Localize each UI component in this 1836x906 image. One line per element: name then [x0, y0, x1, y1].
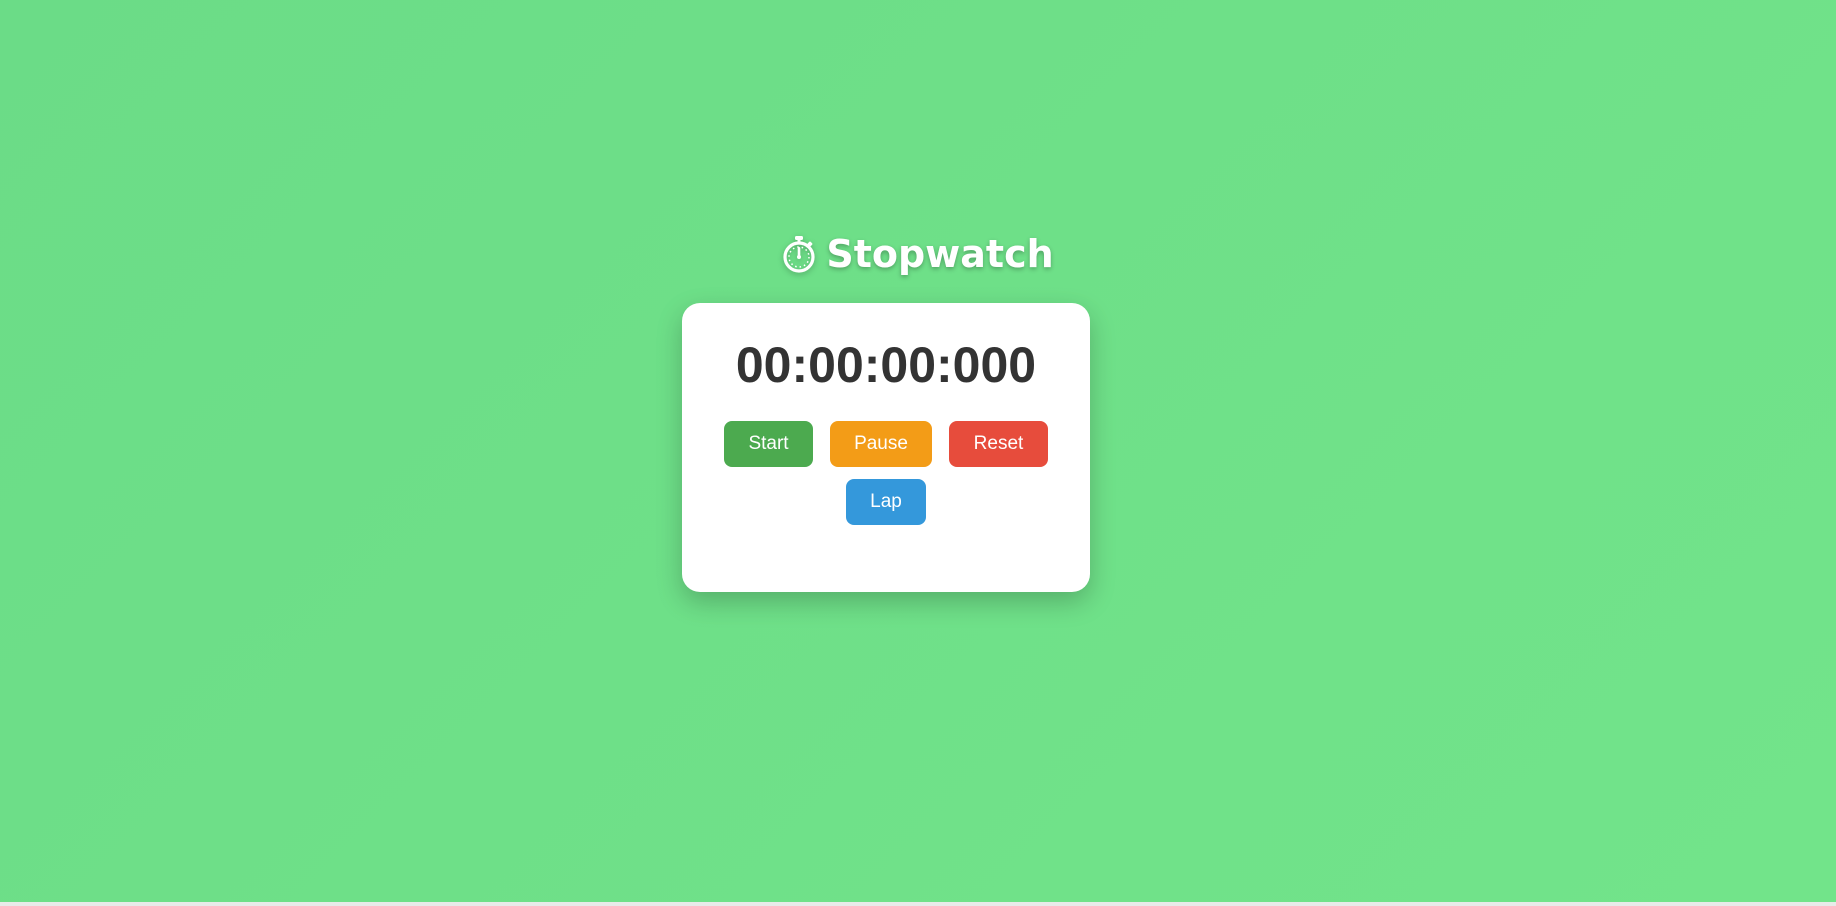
page-header: Stopwatch [0, 228, 1836, 280]
page-bottom-border [0, 902, 1836, 906]
stopwatch-card: 00:00:00:000 Start Pause Reset Lap [682, 303, 1090, 592]
time-display: 00:00:00:000 [735, 337, 1037, 393]
stopwatch-icon [783, 236, 815, 273]
start-button[interactable]: Start [724, 421, 813, 467]
pause-button[interactable]: Pause [830, 421, 932, 467]
reset-button[interactable]: Reset [949, 421, 1048, 467]
lap-button[interactable]: Lap [846, 479, 926, 525]
page-title: Stopwatch [826, 232, 1054, 276]
